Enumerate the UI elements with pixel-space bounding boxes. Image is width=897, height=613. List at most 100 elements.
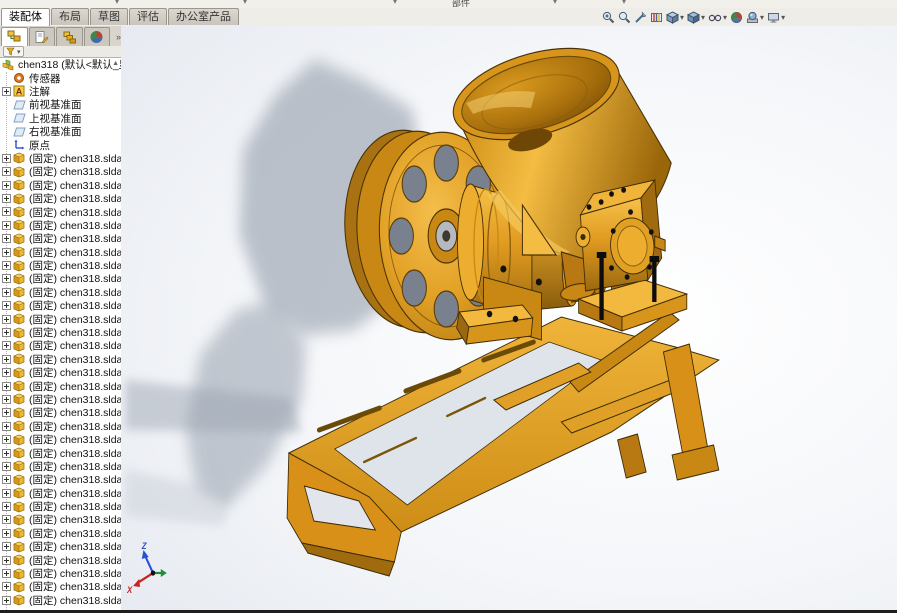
tree-item-0[interactable]: 传感器	[0, 71, 121, 85]
tree-component-item[interactable]: (固定) chen318.sldasm	[0, 527, 121, 540]
tree-component-item[interactable]: (固定) chen318.sldasm	[0, 433, 121, 446]
model-base-frame[interactable]	[286, 311, 720, 577]
expand-plus-icon[interactable]	[2, 582, 11, 592]
zoom-to-fit-icon[interactable]	[602, 11, 615, 24]
tree-component-item[interactable]: (固定) chen318.sldasm	[0, 326, 121, 339]
tree-component-item[interactable]: (固定) chen318.sldasm	[0, 406, 121, 419]
tree-component-item[interactable]: (固定) chen318.sldasm	[0, 353, 121, 366]
expand-plus-icon[interactable]	[2, 488, 11, 498]
tree-component-item[interactable]: (固定) chen318.sldasm	[0, 567, 121, 580]
tree-component-item[interactable]: (固定) chen318.sldasm	[0, 152, 121, 165]
expand-plus-icon[interactable]	[2, 542, 11, 552]
expand-plus-icon[interactable]	[2, 502, 11, 512]
expand-plus-icon[interactable]	[2, 261, 11, 271]
expand-plus-icon[interactable]	[2, 220, 11, 230]
expand-plus-icon[interactable]	[2, 194, 11, 204]
toolbar-dropdown-icon[interactable]: ▾	[553, 0, 557, 6]
dropdown-caret-icon[interactable]: ▾	[723, 13, 727, 22]
expand-plus-icon[interactable]	[2, 515, 11, 525]
dropdown-caret-icon[interactable]: ▾	[781, 13, 785, 22]
command-tab-4[interactable]: 办公室产品	[168, 8, 239, 25]
expand-plus-icon[interactable]	[2, 569, 11, 579]
tree-component-item[interactable]: (固定) chen318.sldasm	[0, 594, 121, 607]
expand-plus-icon[interactable]	[2, 287, 11, 297]
tree-component-item[interactable]: (固定) chen318.sldasm	[0, 165, 121, 178]
section-view-icon[interactable]	[650, 11, 663, 24]
command-tab-3[interactable]: 评估	[129, 8, 167, 25]
display-style-icon[interactable]: ▾	[687, 11, 705, 24]
expand-plus-icon[interactable]	[2, 475, 11, 485]
tree-component-item[interactable]: (固定) chen318.sldasm	[0, 540, 121, 553]
dropdown-caret-icon[interactable]: ▾	[701, 13, 705, 22]
expand-plus-icon[interactable]	[2, 247, 11, 257]
tree-component-item[interactable]: (固定) chen318.sldasm	[0, 553, 121, 567]
expand-plus-icon[interactable]	[2, 555, 11, 565]
edit-appearance-icon[interactable]	[730, 11, 743, 24]
tree-component-item[interactable]: (固定) chen318.sldasm	[0, 299, 121, 312]
hide-show-items-icon[interactable]: ▾	[708, 11, 727, 24]
dropdown-caret-icon[interactable]: ▾	[680, 13, 684, 22]
model-gearbox[interactable]	[575, 178, 689, 332]
expand-plus-icon[interactable]	[2, 167, 11, 177]
tree-component-item[interactable]: (固定) chen318.sldasm	[0, 259, 121, 272]
propertymanager-tab[interactable]	[28, 27, 55, 46]
command-tab-2[interactable]: 草图	[90, 8, 128, 25]
expand-plus-icon[interactable]	[2, 234, 11, 244]
tree-component-item[interactable]: (固定) chen318.sldasm	[0, 339, 121, 352]
tree-component-item[interactable]: (固定) chen318.sldasm	[0, 420, 121, 433]
toolbar-dropdown-icon[interactable]: ▾	[393, 0, 397, 6]
expand-plus-icon[interactable]	[2, 341, 11, 351]
expand-plus-icon[interactable]	[2, 153, 11, 163]
toolbar-dropdown-icon[interactable]: ▾	[115, 0, 119, 6]
configurationmanager-tab[interactable]	[56, 27, 83, 46]
tree-component-item[interactable]: (固定) chen318.sldasm	[0, 473, 121, 486]
tree-root-item[interactable]: chen318 (默认<默认_显示	[0, 58, 121, 71]
tree-item-2[interactable]: 前视基准面	[0, 98, 121, 111]
tree-component-item[interactable]: (固定) chen318.sldasm	[0, 460, 121, 473]
tree-component-item[interactable]: (固定) chen318.sldasm	[0, 232, 121, 245]
displaymanager-tab[interactable]	[83, 27, 110, 46]
expand-plus-icon[interactable]	[2, 435, 11, 445]
tree-component-item[interactable]: (固定) chen318.sldasm	[0, 286, 121, 299]
tree-component-item[interactable]: (固定) chen318.sldasm	[0, 312, 121, 326]
tree-component-item[interactable]: (固定) chen318.sldasm	[0, 192, 121, 205]
expand-plus-icon[interactable]	[2, 314, 11, 324]
tree-component-item[interactable]: (固定) chen318.sldasm	[0, 393, 121, 406]
expand-plus-icon[interactable]	[2, 86, 11, 96]
expand-plus-icon[interactable]	[2, 381, 11, 391]
tree-filter-button[interactable]: ▾	[3, 46, 24, 57]
tree-component-item[interactable]: (固定) chen318.sldasm	[0, 580, 121, 593]
command-tab-1[interactable]: 布局	[51, 8, 89, 25]
tree-component-item[interactable]: (固定) chen318.sldasm	[0, 487, 121, 500]
expand-plus-icon[interactable]	[2, 408, 11, 418]
apply-scene-icon[interactable]: ▾	[746, 11, 764, 24]
tree-scroll-up-icon[interactable]: ▲	[112, 60, 119, 67]
tree-item-1[interactable]: A 注解	[0, 85, 121, 98]
tree-component-item[interactable]: (固定) chen318.sldasm	[0, 379, 121, 393]
graphics-viewport[interactable]: Z X	[121, 26, 897, 611]
toolbar-dropdown-icon[interactable]: ▾	[243, 0, 247, 6]
tree-component-item[interactable]: (固定) chen318.sldasm	[0, 366, 121, 379]
tree-item-4[interactable]: 右视基准面	[0, 125, 121, 138]
expand-plus-icon[interactable]	[2, 180, 11, 190]
expand-plus-icon[interactable]	[2, 301, 11, 311]
tree-component-item[interactable]: (固定) chen318.sldasm	[0, 245, 121, 259]
tree-component-item[interactable]: (固定) chen318.sldasm	[0, 500, 121, 513]
tree-component-item[interactable]: (固定) chen318.sldasm	[0, 205, 121, 219]
view-orientation-icon[interactable]: ▾	[666, 11, 684, 24]
toolbar-dropdown-icon[interactable]: ▾	[622, 0, 626, 6]
expand-plus-icon[interactable]	[2, 461, 11, 471]
featuremanager-tab[interactable]	[1, 27, 28, 46]
previous-view-icon[interactable]	[634, 11, 647, 24]
view-settings-icon[interactable]: ▾	[767, 11, 785, 24]
command-tab-0[interactable]: 装配体	[1, 8, 50, 26]
tree-component-item[interactable]: (固定) chen318.sldasm	[0, 272, 121, 285]
expand-plus-icon[interactable]	[2, 207, 11, 217]
tree-component-item[interactable]: (固定) chen318.sldasm	[0, 179, 121, 192]
expand-plus-icon[interactable]	[2, 368, 11, 378]
tree-item-5[interactable]: 原点	[0, 138, 121, 152]
tree-component-item[interactable]: (固定) chen318.sldasm	[0, 446, 121, 460]
expand-plus-icon[interactable]	[2, 328, 11, 337]
tree-component-item[interactable]: (固定) chen318.sldasm	[0, 513, 121, 526]
expand-plus-icon[interactable]	[2, 448, 11, 458]
